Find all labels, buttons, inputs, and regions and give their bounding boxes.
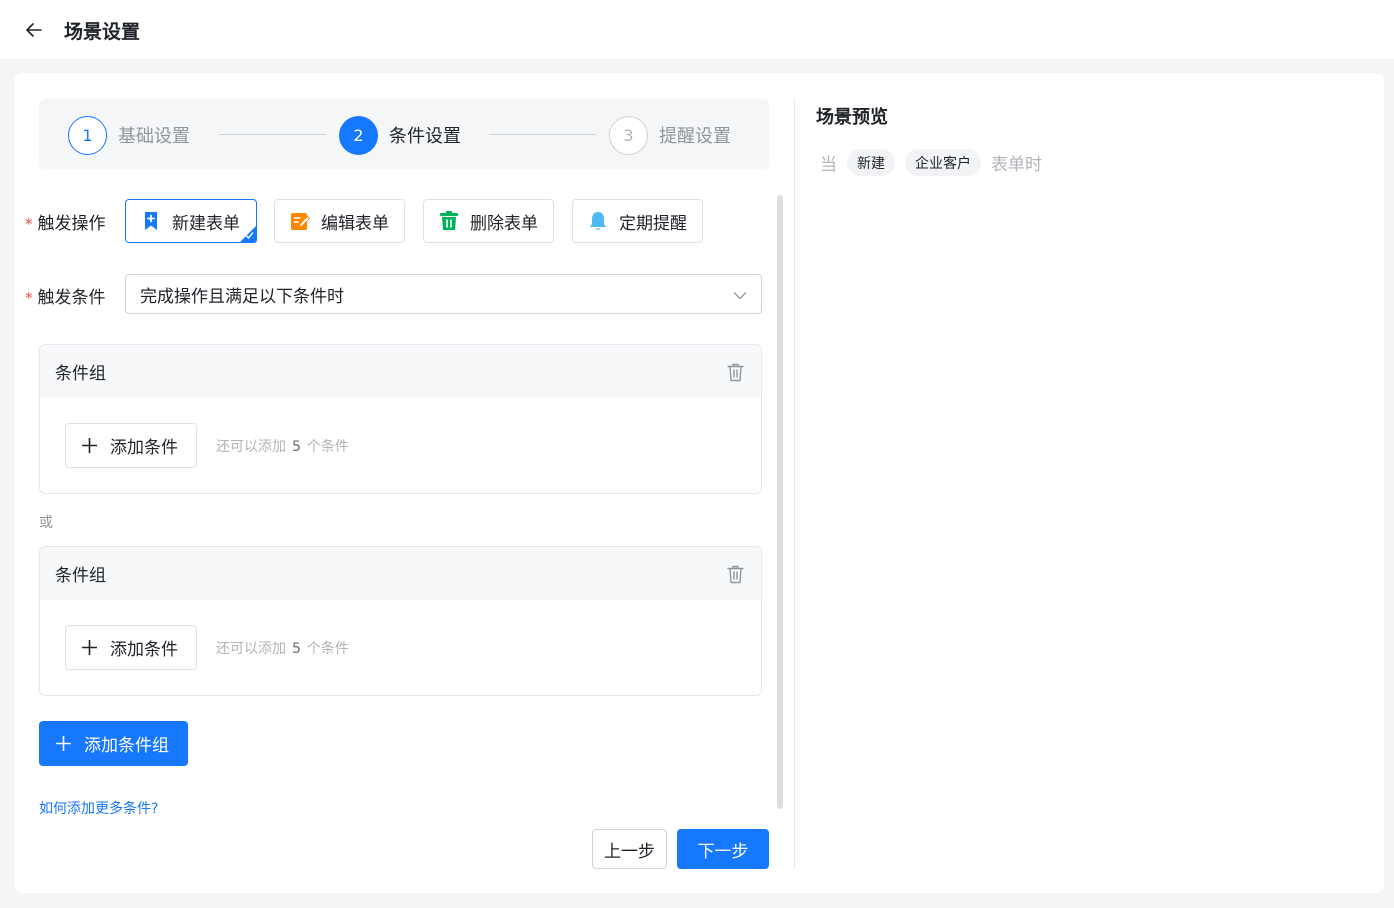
condition-group: 条件组 添加条件 还可以添加 5 个条件 <box>39 546 762 696</box>
preview-title: 场景预览 <box>816 107 888 128</box>
trigger-label: 定期提醒 <box>619 213 687 234</box>
remaining-conditions-hint: 还可以添加 5 个条件 <box>216 638 349 658</box>
delete-form-trigger-button[interactable]: 删除表单 <box>423 199 554 243</box>
preview-suffix: 表单时 <box>991 155 1042 175</box>
step-basic-settings[interactable]: 1 基础设置 <box>68 115 190 155</box>
preview-prefix: 当 <box>820 155 837 175</box>
step-connector <box>219 134 326 135</box>
hint-count: 5 <box>292 641 301 657</box>
trigger-label: 新建表单 <box>172 213 240 234</box>
preview-sentence: 当 新建 企业客户 表单时 <box>820 149 1042 176</box>
condition-group-title: 条件组 <box>55 566 106 586</box>
select-value: 完成操作且满足以下条件时 <box>140 286 344 307</box>
remaining-conditions-hint: 还可以添加 5 个条件 <box>216 436 349 456</box>
trigger-label: 编辑表单 <box>321 213 389 234</box>
hint-prefix: 还可以添加 <box>216 439 286 455</box>
chevron-down-icon <box>733 292 747 300</box>
step-number: 2 <box>339 115 378 155</box>
scheduled-reminder-trigger-button[interactable]: 定期提醒 <box>572 199 703 243</box>
add-condition-group-label: 添加条件组 <box>84 736 169 756</box>
edit-form-icon <box>291 213 311 230</box>
new-form-trigger-button[interactable]: 新建表单 <box>125 199 257 243</box>
step-label: 条件设置 <box>389 126 461 147</box>
required-mark: * <box>25 289 33 307</box>
back-arrow-icon[interactable] <box>24 20 44 40</box>
trigger-action-label: * 触发操作 <box>25 209 106 234</box>
step-reminder-settings[interactable]: 3 提醒设置 <box>609 115 731 155</box>
required-mark: * <box>25 215 33 233</box>
hint-count: 5 <box>292 439 301 455</box>
edit-form-trigger-button[interactable]: 编辑表单 <box>274 199 405 243</box>
delete-form-icon <box>440 211 458 230</box>
bell-icon <box>590 212 606 230</box>
check-icon <box>245 232 254 240</box>
preview-tag-action: 新建 <box>847 149 895 176</box>
or-separator: 或 <box>39 515 53 531</box>
step-label: 提醒设置 <box>659 126 731 147</box>
condition-group-header: 条件组 <box>40 345 761 398</box>
step-number: 3 <box>609 115 648 155</box>
label-text: 触发条件 <box>37 288 106 308</box>
trigger-condition-label: * 触发条件 <box>25 283 106 308</box>
hint-suffix: 个条件 <box>306 439 349 455</box>
new-form-icon <box>145 212 157 230</box>
previous-step-button[interactable]: 上一步 <box>592 829 667 869</box>
scrollbar-thumb[interactable] <box>777 195 783 809</box>
condition-group-header: 条件组 <box>40 547 761 600</box>
trash-icon[interactable] <box>726 362 745 382</box>
plus-icon <box>56 736 71 751</box>
plus-icon <box>82 438 97 453</box>
step-number: 1 <box>68 115 107 155</box>
add-condition-button[interactable]: 添加条件 <box>65 625 197 670</box>
hint-prefix: 还可以添加 <box>216 641 286 657</box>
panel-divider <box>794 98 795 869</box>
step-condition-settings[interactable]: 2 条件设置 <box>339 115 461 155</box>
trigger-condition-select[interactable]: 完成操作且满足以下条件时 <box>125 274 762 314</box>
add-condition-button[interactable]: 添加条件 <box>65 423 197 468</box>
next-step-button[interactable]: 下一步 <box>677 829 769 869</box>
page-title: 场景设置 <box>64 21 141 43</box>
preview-tag-form: 企业客户 <box>905 149 981 176</box>
add-condition-group-button[interactable]: 添加条件组 <box>39 721 188 766</box>
condition-group-title: 条件组 <box>55 364 106 384</box>
step-connector <box>489 134 596 135</box>
trash-icon[interactable] <box>726 564 745 584</box>
add-condition-label: 添加条件 <box>110 438 178 458</box>
scene-settings-card: 1 基础设置 2 条件设置 3 提醒设置 * 触发操作 新建表单 编辑表单 删除… <box>14 73 1384 893</box>
top-bar: 场景设置 <box>0 0 1394 59</box>
steps-bar: 1 基础设置 2 条件设置 3 提醒设置 <box>39 99 769 169</box>
label-text: 触发操作 <box>37 214 106 234</box>
trigger-label: 删除表单 <box>470 213 538 234</box>
add-condition-label: 添加条件 <box>110 640 178 660</box>
more-conditions-help-link[interactable]: 如何添加更多条件? <box>39 798 158 818</box>
condition-group: 条件组 添加条件 还可以添加 5 个条件 <box>39 344 762 494</box>
hint-suffix: 个条件 <box>306 641 349 657</box>
step-label: 基础设置 <box>118 126 190 147</box>
plus-icon <box>82 640 97 655</box>
